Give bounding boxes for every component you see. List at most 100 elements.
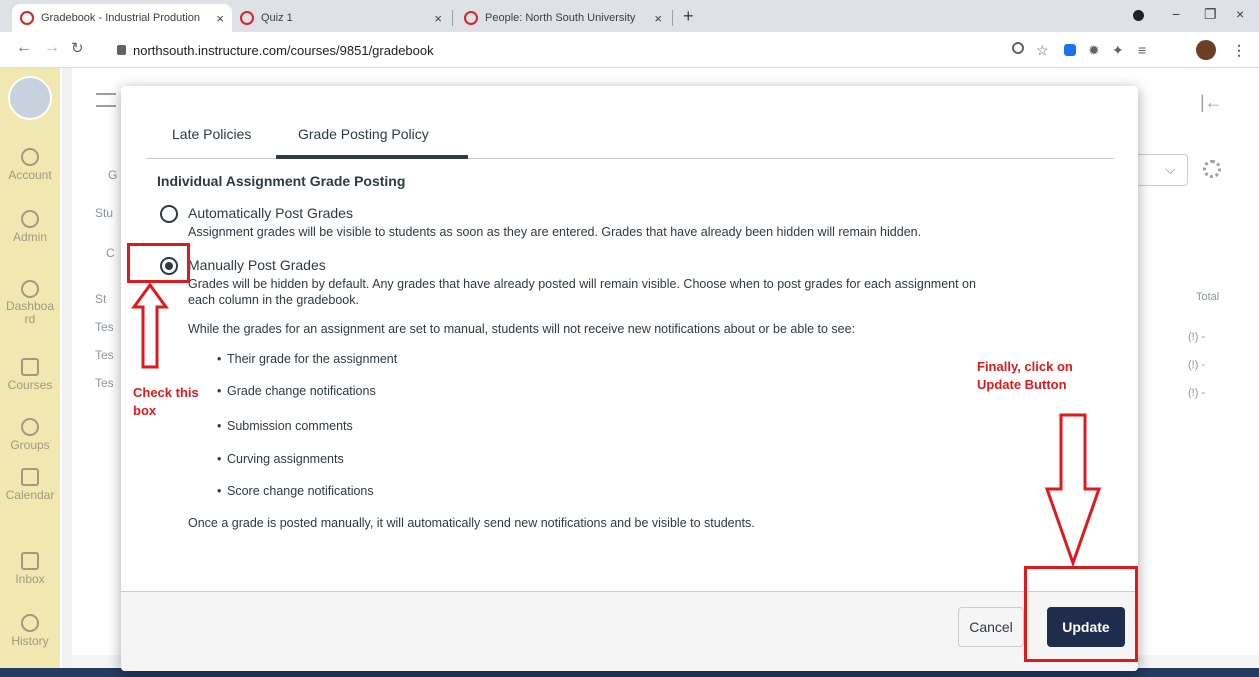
calendar-icon (21, 468, 39, 486)
dashboard-icon (21, 280, 39, 298)
gnav-label: History (11, 634, 49, 648)
bullet-item: Their grade for the assignment (217, 352, 397, 366)
nav-scrollbar[interactable] (62, 68, 72, 677)
bg-fragment: Stu (95, 206, 114, 220)
reload-icon[interactable]: ↻ (71, 39, 84, 57)
option-description-manual-line1: Grades will be hidden by default. Any gr… (188, 277, 976, 291)
account-icon (21, 148, 39, 166)
canvas-favicon-icon (240, 11, 254, 25)
hamburger-menu-icon[interactable] (96, 93, 116, 107)
manual-note: While the grades for an assignment are s… (188, 322, 856, 336)
new-tab-button[interactable]: + (683, 6, 694, 27)
zoom-icon[interactable] (1012, 42, 1024, 54)
bg-fragment: C (106, 246, 115, 260)
modal-footer: Cancel Update (121, 591, 1138, 671)
annotation-finally-text: Finally, click on Update Button (977, 358, 1073, 394)
settings-gear-icon[interactable] (1203, 160, 1221, 178)
gnav-label: Account (8, 168, 52, 182)
browser-menu-icon[interactable]: ⋮ (1232, 42, 1246, 59)
total-cell: (!) - (1188, 331, 1206, 343)
annotation-box-radio (127, 243, 190, 283)
bg-fragment: G (108, 168, 118, 182)
forward-arrow-icon[interactable]: → (44, 39, 60, 57)
history-icon (21, 614, 39, 632)
bookmark-star-icon[interactable]: ☆ (1036, 42, 1049, 59)
groups-icon (21, 418, 39, 436)
cancel-button[interactable]: Cancel (958, 607, 1024, 647)
minimize-button[interactable]: − (1172, 6, 1180, 22)
extensions-puzzle-icon[interactable]: ✦ (1112, 42, 1124, 59)
bg-row-label: Tes (95, 320, 114, 334)
tab-title: Quiz 1 (261, 12, 293, 24)
gnav-label: Courses (7, 378, 53, 392)
bullet-item: Grade change notifications (217, 384, 376, 398)
tab-close-icon[interactable]: × (648, 11, 662, 26)
zoom-extension-icon[interactable] (1064, 44, 1076, 56)
tab-late-policies[interactable]: Late Policies (172, 126, 251, 142)
option-label-manual[interactable]: Manually Post Grades (188, 257, 326, 273)
tab-title: Gradebook - Industrial Prodution (41, 12, 200, 24)
tab-grade-posting-policy[interactable]: Grade Posting Policy (298, 126, 429, 142)
gnav-history[interactable]: History (0, 614, 60, 648)
tab-separator (452, 10, 453, 26)
total-cell: (!) - (1188, 359, 1206, 371)
tab-separator (672, 10, 673, 26)
tab-close-icon[interactable]: × (210, 11, 224, 26)
annotation-down-arrow (1044, 413, 1102, 568)
maximize-button[interactable]: ❐ (1204, 6, 1217, 23)
gnav-groups[interactable]: Groups (0, 418, 60, 452)
total-column-header: Total (1196, 291, 1220, 303)
bg-row-label: Tes (95, 376, 114, 390)
bullet-item: Submission comments (217, 419, 353, 433)
gnav-label: Calendar (5, 488, 55, 502)
total-cell: (!) - (1188, 387, 1206, 399)
option-label-automatic[interactable]: Automatically Post Grades (188, 205, 353, 221)
browser-profile-icon[interactable] (1133, 10, 1144, 21)
bullet-item: Score change notifications (217, 484, 374, 498)
window-close-button[interactable]: × (1236, 6, 1244, 22)
browser-tab-people[interactable]: People: North South University × (456, 4, 670, 32)
university-logo[interactable] (8, 76, 52, 120)
gnav-admin[interactable]: Admin (0, 210, 60, 244)
annotation-line: Update Button (977, 377, 1067, 392)
chevron-down-icon: ⌵ (1165, 161, 1176, 177)
radio-automatic-post[interactable] (160, 205, 178, 223)
profile-avatar[interactable] (1196, 40, 1216, 60)
address-bar[interactable]: northsouth.instructure.com/courses/9851/… (133, 43, 434, 58)
courses-icon (21, 358, 39, 376)
browser-tab-strip: Gradebook - Industrial Prodution × Quiz … (0, 0, 1259, 32)
gnav-dashboard[interactable]: Dashboard (0, 280, 60, 326)
canvas-favicon-icon (20, 11, 34, 25)
closing-note: Once a grade is posted manually, it will… (188, 516, 755, 530)
global-navigation: Account Admin Dashboard Courses Groups C… (0, 68, 60, 677)
browser-tab-quiz[interactable]: Quiz 1 × (232, 4, 450, 32)
annotation-check-box-text: Check this box (133, 384, 199, 420)
bullet-item: Curving assignments (217, 452, 344, 466)
option-description-automatic: Assignment grades will be visible to stu… (188, 225, 922, 239)
modal-tabs: Late Policies Grade Posting Policy (146, 116, 1114, 159)
reading-list-icon[interactable]: ≡ (1138, 42, 1146, 58)
collapse-panel-icon[interactable]: |← (1200, 92, 1223, 113)
lock-icon[interactable] (117, 45, 126, 55)
canvas-favicon-icon (464, 11, 478, 25)
bg-row-label: Tes (95, 348, 114, 362)
admin-icon (21, 210, 39, 228)
option-description-manual-line2: each column in the gradebook. (188, 293, 359, 307)
bg-fragment: St (95, 292, 107, 306)
gnav-inbox[interactable]: Inbox (0, 552, 60, 586)
inbox-icon (21, 552, 39, 570)
annotation-up-arrow (131, 282, 169, 369)
gnav-account[interactable]: Account (0, 148, 60, 182)
annotation-line: Finally, click on (977, 359, 1073, 374)
tab-close-icon[interactable]: × (428, 11, 442, 26)
section-title: Individual Assignment Grade Posting (157, 173, 406, 189)
annotation-line: box (133, 403, 157, 418)
gnav-courses[interactable]: Courses (0, 358, 60, 392)
annotation-line: Check this (133, 385, 199, 400)
browser-toolbar: ← → ↻ northsouth.instructure.com/courses… (0, 32, 1259, 68)
browser-tab-gradebook[interactable]: Gradebook - Industrial Prodution × (12, 4, 232, 32)
gnav-calendar[interactable]: Calendar (0, 468, 60, 502)
extension-gear-icon[interactable]: ✹ (1088, 42, 1100, 59)
back-arrow-icon[interactable]: ← (16, 39, 32, 57)
active-tab-indicator (276, 155, 468, 159)
